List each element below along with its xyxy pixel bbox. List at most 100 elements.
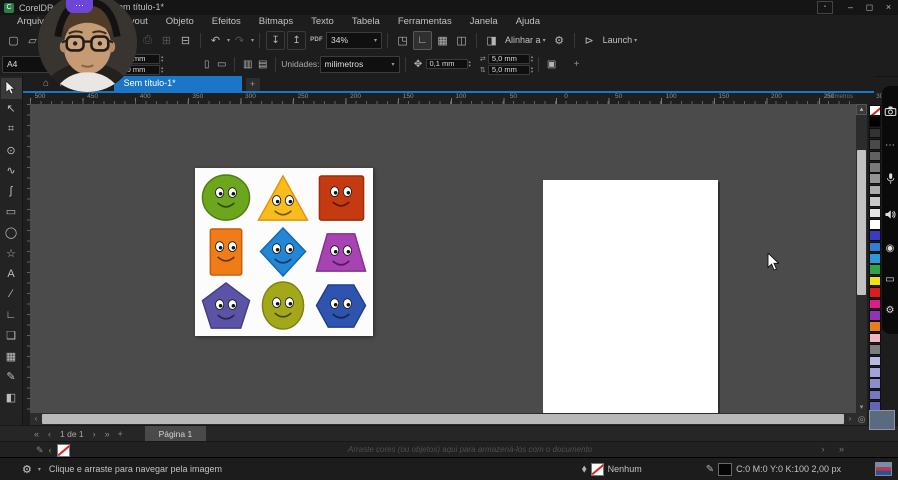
width-stepper[interactable]: ▴▾ (161, 55, 163, 63)
webcam-icon[interactable]: ◉ (886, 244, 895, 254)
scroll-down-icon[interactable]: ▾ (856, 402, 867, 413)
more-options-icon[interactable]: ⋯ (885, 141, 895, 151)
palette-scroll-left-icon[interactable]: ‹ (49, 445, 52, 455)
redo-icon[interactable]: ↷ (231, 32, 248, 49)
add-page-button[interactable]: + (114, 429, 127, 439)
eyedropper-icon[interactable]: ✎ (36, 445, 44, 456)
outline-pen-icon[interactable]: ✎ (706, 464, 714, 475)
artistic-media-tool[interactable]: ʃ (1, 181, 22, 202)
paste-icon[interactable]: ⊟ (177, 32, 194, 49)
palette-swatch[interactable] (869, 128, 881, 139)
menu-objeto[interactable]: Objeto (157, 16, 203, 27)
outline-color-swatch[interactable] (718, 463, 732, 476)
freehand-tool[interactable]: ∿ (1, 160, 22, 181)
guidelines-icon[interactable]: ◫ (453, 32, 470, 49)
redo-caret[interactable]: ▾ (251, 37, 254, 44)
pdf-icon[interactable]: PDF (308, 32, 325, 49)
pick-tool[interactable] (1, 78, 22, 99)
settings-gear-icon[interactable]: ⚙ (886, 306, 895, 316)
print-icon[interactable]: ⎙ (139, 32, 156, 49)
dup-y-stepper[interactable]: ▴▾ (531, 66, 533, 74)
palette-swatch[interactable] (869, 139, 881, 150)
text-tool[interactable]: A (1, 263, 22, 284)
landscape-orientation-icon[interactable]: ▭ (214, 57, 229, 72)
copy-icon[interactable]: ⊞ (158, 32, 175, 49)
zoom-tool[interactable]: ⊙ (1, 140, 22, 161)
palette-swatch[interactable] (869, 208, 881, 219)
launch-dropdown[interactable]: Launch▾ (599, 35, 642, 45)
palette-swatch[interactable] (869, 151, 881, 162)
camera-icon[interactable] (884, 105, 897, 120)
hscroll-thumb[interactable] (42, 414, 844, 424)
import-icon[interactable]: ↧ (266, 31, 285, 50)
menu-tabela[interactable]: Tabela (343, 16, 389, 27)
palette-swatch[interactable] (869, 344, 881, 355)
launch-app-icon[interactable]: ⊳ (581, 32, 598, 49)
menu-bitmaps[interactable]: Bitmaps (250, 16, 302, 27)
palette-swatch[interactable] (869, 196, 881, 207)
palette-swatch[interactable] (869, 264, 881, 275)
palette-swatch[interactable] (869, 356, 881, 367)
pan-options-gear-icon[interactable]: ⚙ (22, 463, 32, 476)
add-control-icon[interactable]: + (569, 57, 584, 72)
undo-icon[interactable]: ↶ (207, 32, 224, 49)
fullscreen-icon[interactable]: ◳ (394, 32, 411, 49)
new-document-tab-button[interactable]: + (246, 78, 260, 91)
prev-page-button[interactable]: ‹ (43, 429, 56, 439)
palette-swatch[interactable] (869, 310, 881, 321)
menu-ferramentas[interactable]: Ferramentas (389, 16, 461, 27)
titlebar-extra-icon[interactable]: ▪ (817, 1, 833, 14)
drop-shadow-tool[interactable]: ❑ (1, 325, 22, 346)
tab-page-1[interactable]: Página 1 (145, 426, 207, 442)
menu-ajuda[interactable]: Ajuda (507, 16, 549, 27)
grid-icon[interactable]: ▦ (434, 32, 451, 49)
nudge-stepper[interactable]: ▴▾ (469, 60, 471, 68)
palette-swatch[interactable] (869, 162, 881, 173)
duplicate-y-field[interactable]: 5,0 mm (488, 65, 530, 75)
scroll-up-icon[interactable]: ▴ (856, 104, 867, 115)
rulers-icon[interactable]: ∟ (413, 31, 432, 50)
duplicate-x-field[interactable]: 5,0 mm (488, 54, 530, 64)
export-icon[interactable]: ↥ (287, 31, 306, 50)
minimize-button[interactable]: – (841, 0, 860, 15)
restore-button[interactable]: ◻ (860, 0, 879, 15)
zoom-level-select[interactable]: 34%▾ (326, 32, 382, 49)
portrait-orientation-icon[interactable]: ▯ (199, 57, 214, 72)
ellipse-tool[interactable]: ◯ (1, 222, 22, 243)
transparency-tool[interactable]: ▦ (1, 346, 22, 367)
align-to-dropdown[interactable]: Alinhar a▾ (501, 35, 550, 45)
dimension-tool[interactable]: ∕ (1, 284, 22, 305)
fill-no-fill-swatch[interactable] (591, 463, 604, 476)
shape-tool[interactable]: ↖ (1, 99, 22, 120)
doc-palette-arrows[interactable]: › » (821, 444, 850, 454)
navigator-button[interactable]: ◎ (856, 413, 867, 425)
close-button[interactable]: × (879, 0, 898, 15)
palette-no-fill[interactable] (869, 105, 881, 116)
palette-swatch[interactable] (869, 230, 881, 241)
menu-efeitos[interactable]: Efeitos (203, 16, 250, 27)
color-settings-icon[interactable]: ◨ (483, 32, 500, 49)
scroll-left-icon[interactable]: ‹ (30, 413, 42, 425)
next-page-button[interactable]: › (88, 429, 101, 439)
palette-swatch[interactable] (869, 378, 881, 389)
doc-palette-no-fill-swatch[interactable] (57, 444, 70, 457)
palette-swatch[interactable] (869, 185, 881, 196)
microphone-icon[interactable] (885, 172, 896, 188)
options-gear-icon[interactable]: ⚙ (551, 32, 568, 49)
current-page-icon[interactable]: ▤ (255, 57, 270, 72)
palette-swatch[interactable] (869, 390, 881, 401)
treat-as-filled-icon[interactable]: ▣ (544, 57, 559, 72)
palette-swatch[interactable] (869, 253, 881, 264)
palette-swatch[interactable] (869, 242, 881, 253)
status-thumbnail-icon[interactable] (875, 462, 892, 476)
webcam-more-button[interactable]: ⋯ (66, 0, 93, 13)
palette-swatch[interactable] (869, 333, 881, 344)
speaker-icon[interactable] (884, 209, 896, 223)
drawing-canvas[interactable] (30, 104, 856, 413)
palette-swatch[interactable] (869, 116, 881, 127)
new-document-icon[interactable]: ▢ (5, 32, 22, 49)
first-page-button[interactable]: « (30, 429, 43, 439)
palette-swatch[interactable] (869, 367, 881, 378)
polygon-tool[interactable]: ☆ (1, 243, 22, 264)
dup-x-stepper[interactable]: ▴▾ (531, 55, 533, 63)
